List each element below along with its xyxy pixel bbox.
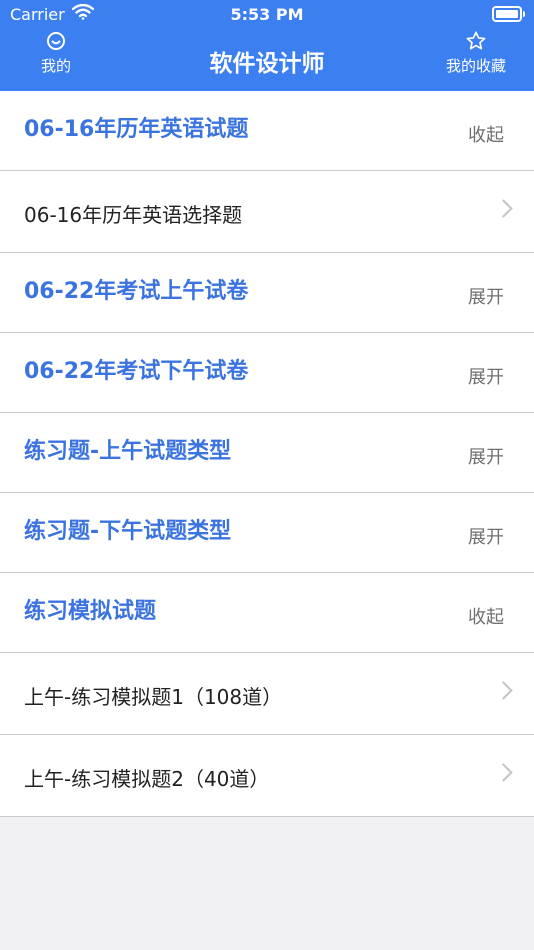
favorites-button[interactable]: 我的收藏 [438,30,514,76]
expand-toggle[interactable]: 展开 [468,443,504,469]
header: Carrier 5:53 PM 我的 软件设计师 我的收藏 [0,0,534,91]
section-header-afternoon-papers[interactable]: 06-22年考试下午试卷 展开 [0,333,534,413]
list-item-mock-exam-1[interactable]: 上午-练习模拟题1（108道） [0,653,534,735]
section-header-english-exams[interactable]: 06-16年历年英语试题 收起 [0,91,534,171]
collapse-toggle[interactable]: 收起 [468,121,504,147]
list-item-label: 上午-练习模拟题1（108道） [24,685,283,709]
collapse-toggle[interactable]: 收起 [468,603,504,629]
expand-toggle[interactable]: 展开 [468,523,504,549]
list-item-mock-exam-2[interactable]: 上午-练习模拟题2（40道） [0,735,534,817]
list-item-label: 06-16年历年英语选择题 [24,203,243,227]
clock: 5:53 PM [230,5,304,24]
navigation-bar: 我的 软件设计师 我的收藏 [0,30,534,91]
star-icon [438,30,514,52]
section-header-afternoon-practice[interactable]: 练习题-下午试题类型 展开 [0,493,534,573]
section-header-mock-exams[interactable]: 练习模拟试题 收起 [0,573,534,653]
section-header-morning-practice[interactable]: 练习题-上午试题类型 展开 [0,413,534,493]
chevron-right-icon [494,681,513,700]
list-item-english-choice[interactable]: 06-16年历年英语选择题 [0,171,534,253]
section-title: 06-16年历年英语试题 [24,117,249,142]
section-title: 06-22年考试下午试卷 [24,359,249,384]
list-item-label: 上午-练习模拟题2（40道） [24,767,270,791]
chevron-right-icon [494,763,513,782]
section-title: 练习模拟试题 [24,599,157,624]
question-list: 06-16年历年英语试题 收起 06-16年历年英语选择题 06-22年考试上午… [0,91,534,817]
section-header-morning-papers[interactable]: 06-22年考试上午试卷 展开 [0,253,534,333]
chevron-right-icon [494,199,513,218]
expand-toggle[interactable]: 展开 [468,283,504,309]
status-bar: Carrier 5:53 PM [0,0,534,30]
battery-icon [492,6,525,22]
section-title: 练习题-上午试题类型 [24,439,232,464]
expand-toggle[interactable]: 展开 [468,363,504,389]
section-title: 06-22年考试上午试卷 [24,279,249,304]
section-title: 练习题-下午试题类型 [24,519,232,544]
favorites-button-label: 我的收藏 [445,57,506,75]
